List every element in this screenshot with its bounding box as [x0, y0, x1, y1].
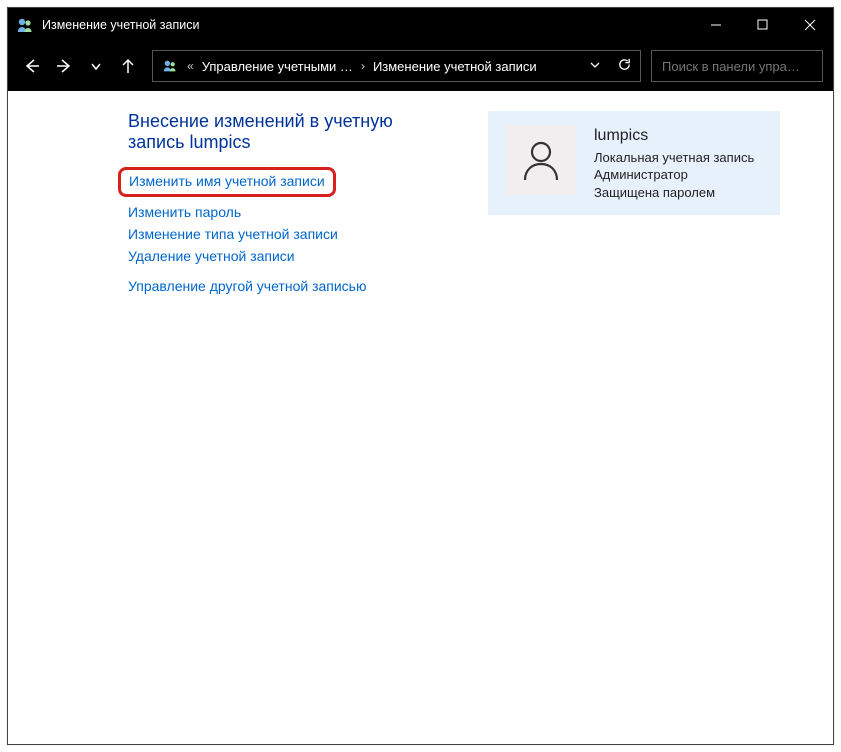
search-input[interactable]	[660, 58, 840, 75]
account-info: lumpics Локальная учетная запись Админис…	[594, 125, 754, 201]
content-area: Внесение изменений в учетную запись lump…	[8, 91, 833, 744]
account-action-links: Изменить имя учетной записи Изменить пар…	[128, 167, 438, 264]
window-controls	[692, 8, 833, 41]
actions-column: Внесение изменений в учетную запись lump…	[128, 111, 438, 308]
breadcrumb-icon	[161, 57, 179, 75]
up-button[interactable]	[114, 52, 142, 80]
window-frame: Изменение учетной записи	[7, 7, 834, 745]
link-rename-account[interactable]: Изменить имя учетной записи	[129, 173, 325, 189]
close-button[interactable]	[786, 8, 833, 41]
breadcrumb-prefix: «	[187, 59, 194, 73]
window-title: Изменение учетной записи	[42, 18, 692, 32]
link-change-password[interactable]: Изменить пароль	[128, 204, 241, 220]
page-heading: Внесение изменений в учетную запись lump…	[128, 111, 438, 153]
breadcrumb-item-1[interactable]: Управление учетными …	[202, 59, 353, 74]
maximize-button[interactable]	[739, 8, 786, 41]
search-box[interactable]	[651, 50, 823, 82]
titlebar: Изменение учетной записи	[8, 8, 833, 41]
avatar	[506, 125, 576, 195]
breadcrumb-item-2[interactable]: Изменение учетной записи	[373, 59, 537, 74]
address-bar[interactable]: « Управление учетными … › Изменение учет…	[152, 50, 641, 82]
refresh-button[interactable]	[617, 57, 632, 75]
app-icon	[16, 16, 34, 34]
chevron-right-icon: ›	[361, 59, 365, 73]
address-dropdown[interactable]	[589, 59, 601, 74]
account-name: lumpics	[594, 125, 754, 147]
forward-button[interactable]	[50, 52, 78, 80]
account-type: Локальная учетная запись	[594, 149, 754, 167]
account-card: lumpics Локальная учетная запись Админис…	[488, 111, 780, 215]
minimize-button[interactable]	[692, 8, 739, 41]
back-button[interactable]	[18, 52, 46, 80]
nav-toolbar: « Управление учетными … › Изменение учет…	[8, 41, 833, 91]
other-account-links: Управление другой учетной записью	[128, 278, 438, 294]
account-role: Администратор	[594, 166, 754, 184]
highlight-annotation: Изменить имя учетной записи	[118, 167, 336, 197]
account-protected: Защищена паролем	[594, 184, 754, 202]
link-delete-account[interactable]: Удаление учетной записи	[128, 248, 295, 264]
recent-dropdown[interactable]	[82, 52, 110, 80]
link-change-type[interactable]: Изменение типа учетной записи	[128, 226, 338, 242]
link-manage-other-account[interactable]: Управление другой учетной записью	[128, 278, 366, 294]
